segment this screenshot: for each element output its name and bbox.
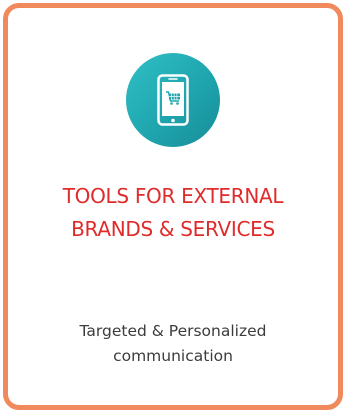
card-description-line-2: communication	[113, 347, 233, 365]
card-description-line-1: Targeted & Personalized	[79, 322, 267, 340]
card-description: Targeted & Personalized communication	[8, 319, 338, 369]
card-title-line-2: BRANDS & SERVICES	[71, 217, 275, 241]
card-title: TOOLS FOR EXTERNAL BRANDS & SERVICES	[8, 180, 338, 246]
card-title-line-1: TOOLS FOR EXTERNAL	[62, 184, 284, 208]
smartphone-shopping-cart-icon	[157, 74, 189, 126]
icon-badge	[126, 53, 220, 147]
feature-card: TOOLS FOR EXTERNAL BRANDS & SERVICES Tar…	[3, 3, 343, 410]
